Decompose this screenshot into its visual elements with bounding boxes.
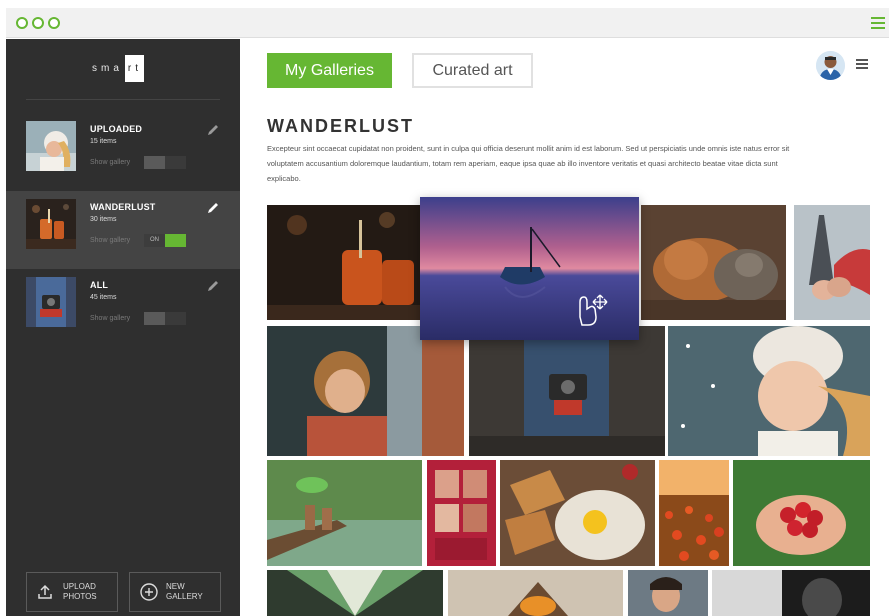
- breakfast-photo[interactable]: [500, 460, 655, 566]
- toggle-off-side: [165, 156, 186, 169]
- gallery-title: UPLOADED: [90, 124, 143, 134]
- window-dot-icon[interactable]: [16, 17, 28, 29]
- phone-booth-photo[interactable]: [427, 460, 496, 566]
- logo-letter: a: [113, 62, 123, 74]
- gallery-thumbnail: [26, 121, 76, 171]
- pencil-icon[interactable]: [206, 201, 220, 215]
- gallery-thumbnail: [26, 277, 76, 327]
- girl-snow-hat-photo[interactable]: [668, 326, 870, 456]
- campfire-photo[interactable]: [448, 570, 623, 616]
- boys-river-photo[interactable]: [267, 460, 422, 566]
- show-gallery-toggle[interactable]: [144, 312, 186, 325]
- toggle-on-side: ON: [144, 234, 165, 247]
- tab-my-galleries[interactable]: My Galleries: [267, 53, 392, 88]
- toggle-off-side: [165, 234, 186, 247]
- gallery-item-uploaded[interactable]: UPLOADED 15 items Show gallery: [6, 113, 240, 191]
- logo-letter: m: [101, 62, 114, 74]
- window-titlebar: [6, 8, 889, 38]
- window-dot-icon[interactable]: [32, 17, 44, 29]
- strawberries-photo[interactable]: [733, 460, 870, 566]
- avatar[interactable]: [816, 51, 845, 80]
- logo-letter: s: [92, 62, 101, 74]
- main-content: My Galleries Curated art WANDERLUST Exce…: [240, 39, 889, 616]
- gallery-thumbnail: [26, 199, 76, 249]
- gallery-item-wanderlust[interactable]: WANDERLUST 30 items Show gallery ON: [6, 191, 240, 269]
- gallery-item-count: 45 items: [90, 294, 117, 301]
- gallery-item-all[interactable]: ALL 45 items Show gallery: [6, 269, 240, 347]
- eiffel-couple-photo[interactable]: [794, 205, 870, 320]
- show-gallery-toggle[interactable]: [144, 156, 186, 169]
- logo-box: rt: [124, 54, 145, 82]
- new-gallery-button[interactable]: NEW GALLERY: [129, 572, 221, 612]
- gallery-title: ALL: [90, 280, 109, 290]
- show-gallery-label: Show gallery: [90, 159, 131, 166]
- smart-logo: s m a rt: [92, 51, 145, 85]
- upload-icon: [38, 584, 52, 599]
- drinks-photo[interactable]: [267, 205, 422, 320]
- show-gallery-label: Show gallery: [90, 237, 131, 244]
- page-title: WANDERLUST: [267, 116, 414, 136]
- gallery-item-count: 15 items: [90, 138, 117, 145]
- window-dot-icon[interactable]: [48, 17, 60, 29]
- upload-photos-label: UPLOAD PHOTOS: [63, 582, 97, 601]
- new-gallery-label: NEW GALLERY: [166, 582, 203, 601]
- gallery-description: Excepteur sint occaecat cupidatat non pr…: [267, 144, 790, 183]
- menu-icon[interactable]: [871, 17, 885, 29]
- hamburger-menu-icon[interactable]: [856, 59, 868, 69]
- woman-portrait-photo[interactable]: [628, 570, 708, 616]
- tunnel-photo[interactable]: [267, 570, 443, 616]
- toggle-on-side: [144, 312, 165, 325]
- camera-person-photo[interactable]: [469, 326, 665, 456]
- pencil-icon[interactable]: [206, 279, 220, 293]
- dragged-lake-boat-photo[interactable]: [420, 197, 639, 340]
- pencil-icon[interactable]: [206, 123, 220, 137]
- dark-portrait-photo[interactable]: [712, 570, 870, 616]
- tulip-field-photo[interactable]: [659, 460, 729, 566]
- toggle-on-side: [144, 156, 165, 169]
- tab-curated-art[interactable]: Curated art: [412, 53, 533, 88]
- girl-window-photo[interactable]: [267, 326, 464, 456]
- toggle-off-side: [165, 312, 186, 325]
- show-gallery-label: Show gallery: [90, 315, 131, 322]
- gallery-item-count: 30 items: [90, 216, 117, 223]
- logo-letter: t: [135, 62, 143, 74]
- sidebar-divider: [26, 99, 220, 100]
- sidebar: s m a rt UPLOADED 15 items Show gallery: [6, 39, 240, 616]
- plus-circle-icon: [140, 583, 158, 601]
- show-gallery-toggle[interactable]: ON: [144, 234, 186, 247]
- dog-and-cat-photo[interactable]: [641, 205, 786, 320]
- browser-window: s m a rt UPLOADED 15 items Show gallery: [6, 8, 889, 616]
- gallery-title: WANDERLUST: [90, 202, 156, 212]
- upload-photos-button[interactable]: UPLOAD PHOTOS: [26, 572, 118, 612]
